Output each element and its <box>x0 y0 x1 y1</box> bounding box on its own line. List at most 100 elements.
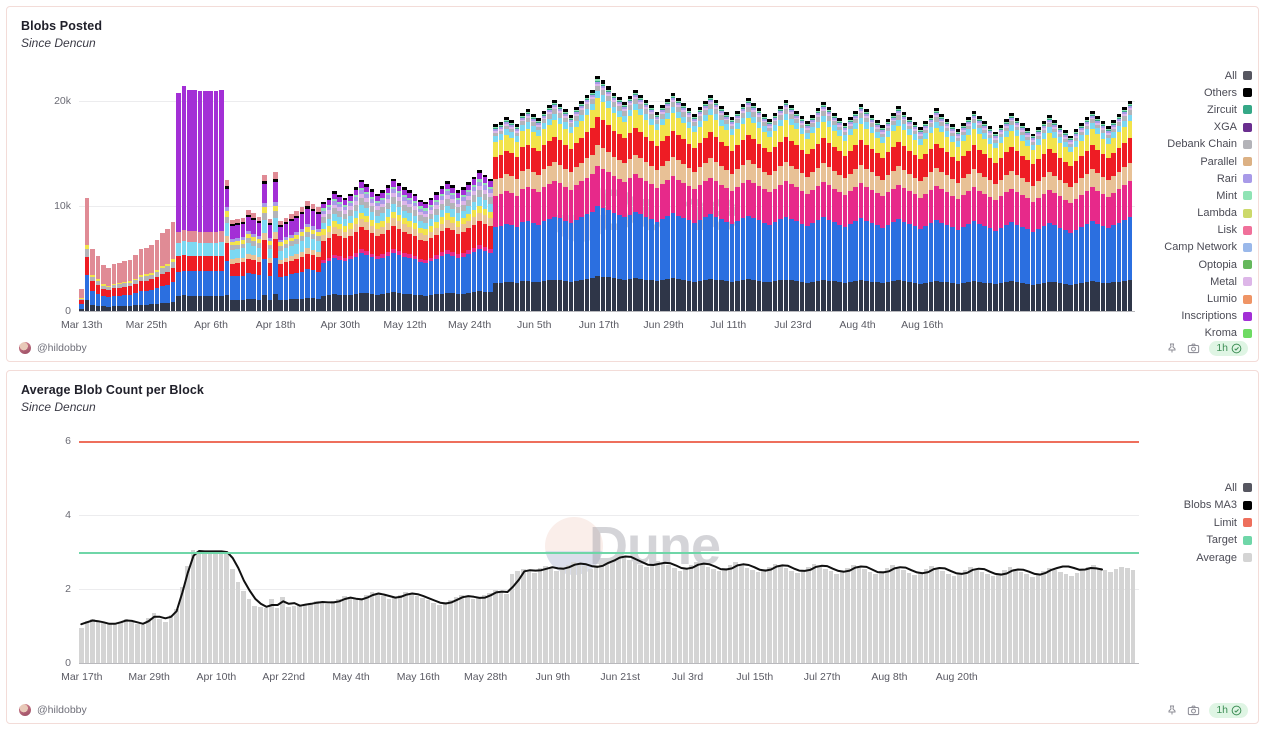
bar-segment <box>880 158 885 180</box>
bar-segment <box>724 170 729 188</box>
bar-segment <box>612 278 617 311</box>
bar-segment <box>601 102 606 120</box>
bar-segment <box>735 281 740 311</box>
bar-segment <box>1025 160 1030 182</box>
bar-segment <box>735 129 740 145</box>
bar-segment <box>493 142 498 157</box>
bar-segment <box>988 158 993 180</box>
bar-segment <box>708 158 713 177</box>
bar-segment <box>1106 228 1111 283</box>
camera-icon-2[interactable] <box>1187 704 1200 717</box>
author-info-2[interactable]: @hildobby <box>19 704 87 716</box>
bar-segment <box>483 215 488 223</box>
bar-segment <box>907 151 912 174</box>
legend-item-lisk[interactable]: Lisk <box>1217 222 1252 239</box>
bar-segment <box>1085 151 1090 174</box>
bar-segment <box>993 163 998 184</box>
bar-segment <box>321 263 326 296</box>
bar-segment <box>939 223 944 282</box>
pin-icon[interactable] <box>1166 342 1178 354</box>
legend-item-metal[interactable]: Metal <box>1210 273 1252 290</box>
legend-item-target[interactable]: Target <box>1206 532 1252 550</box>
bar-segment <box>612 131 617 157</box>
legend-item-mint[interactable]: Mint <box>1216 187 1252 204</box>
legend-item-debank-chain[interactable]: Debank Chain <box>1167 136 1252 153</box>
bar-segment <box>536 192 541 225</box>
bar-segment <box>542 281 547 311</box>
legend-item-all[interactable]: All <box>1225 479 1252 497</box>
legend-item-others[interactable]: Others <box>1204 84 1252 101</box>
bar-segment <box>187 296 192 312</box>
bar-segment <box>354 211 359 218</box>
legend-item-average[interactable]: Average <box>1196 549 1252 567</box>
bar-segment <box>859 124 864 140</box>
bar-segment <box>488 204 493 212</box>
legend-item-rari[interactable]: Rari <box>1217 170 1252 187</box>
bar-segment <box>628 133 633 159</box>
bar-segment <box>364 293 369 311</box>
bar-segment <box>832 147 837 171</box>
bar-segment <box>1020 178 1025 195</box>
legend-item-lumio[interactable]: Lumio <box>1207 290 1252 307</box>
bar-segment <box>886 137 891 152</box>
bar-segment <box>316 299 321 311</box>
bar-segment <box>891 281 896 311</box>
legend-label: Lisk <box>1217 224 1237 236</box>
freshness-badge-2[interactable]: 1h <box>1209 703 1248 718</box>
author-handle[interactable]: @hildobby <box>37 342 87 354</box>
pin-icon-2[interactable] <box>1166 704 1178 716</box>
bar-segment <box>1058 158 1063 180</box>
stacked-bars[interactable] <box>79 59 1135 311</box>
legend-item-parallel[interactable]: Parallel <box>1200 153 1252 170</box>
legend-item-blobs-ma3[interactable]: Blobs MA3 <box>1184 497 1252 515</box>
legend-item-optopia[interactable]: Optopia <box>1198 256 1252 273</box>
bar-segment <box>1090 281 1095 311</box>
author-handle-2[interactable]: @hildobby <box>37 704 87 716</box>
bar-segment <box>993 148 998 162</box>
bar-segment <box>160 303 165 311</box>
bar-segment <box>182 271 187 296</box>
bar-segment <box>294 273 299 299</box>
bar-segment <box>681 183 686 218</box>
bar-segment <box>714 120 719 137</box>
bar-segment <box>1117 189 1122 222</box>
legend-item-zircuit[interactable]: Zircuit <box>1207 101 1252 118</box>
bar-segment <box>875 153 880 176</box>
bar-segment <box>1122 143 1127 167</box>
bar-segment <box>633 155 638 175</box>
footer-actions[interactable]: 1h <box>1166 341 1248 356</box>
footer-actions-2[interactable]: 1h <box>1166 703 1248 718</box>
bar-segment <box>402 232 407 253</box>
bar-segment <box>397 207 402 215</box>
legend-item-all[interactable]: All <box>1225 67 1252 84</box>
legend-item-xga[interactable]: XGA <box>1214 119 1252 136</box>
bar-segment <box>526 281 531 311</box>
bar-segment <box>923 194 928 226</box>
bar-segment <box>273 239 278 258</box>
legend-item-inscriptions[interactable]: Inscriptions <box>1181 308 1252 325</box>
bar-segment <box>1090 169 1095 187</box>
bar-segment <box>402 224 407 231</box>
bar-segment <box>1042 194 1047 226</box>
bar-segment <box>477 291 482 311</box>
chart-legend[interactable]: AllOthersZircuitXGADebank ChainParallelR… <box>1132 67 1252 342</box>
bar-segment <box>585 115 590 132</box>
author-info[interactable]: @hildobby <box>19 342 87 354</box>
bar-segment <box>257 275 262 300</box>
check-circle-icon-2 <box>1231 705 1242 716</box>
legend-item-limit[interactable]: Limit <box>1214 514 1252 532</box>
bar-segment <box>891 189 896 223</box>
bar-segment <box>800 282 805 311</box>
bar-segment <box>160 286 165 303</box>
legend-item-camp-network[interactable]: Camp Network <box>1164 239 1252 256</box>
freshness-badge[interactable]: 1h <box>1209 341 1248 356</box>
bar-segment <box>160 233 165 266</box>
bar-segment <box>907 224 912 282</box>
bar-segment <box>327 219 332 226</box>
bar-segment <box>273 218 278 232</box>
camera-icon[interactable] <box>1187 342 1200 355</box>
chart-legend-2[interactable]: AllBlobs MA3LimitTargetAverage <box>1132 479 1252 567</box>
bar-segment <box>875 138 880 153</box>
bar-segment <box>956 147 961 161</box>
legend-item-lambda[interactable]: Lambda <box>1197 205 1252 222</box>
